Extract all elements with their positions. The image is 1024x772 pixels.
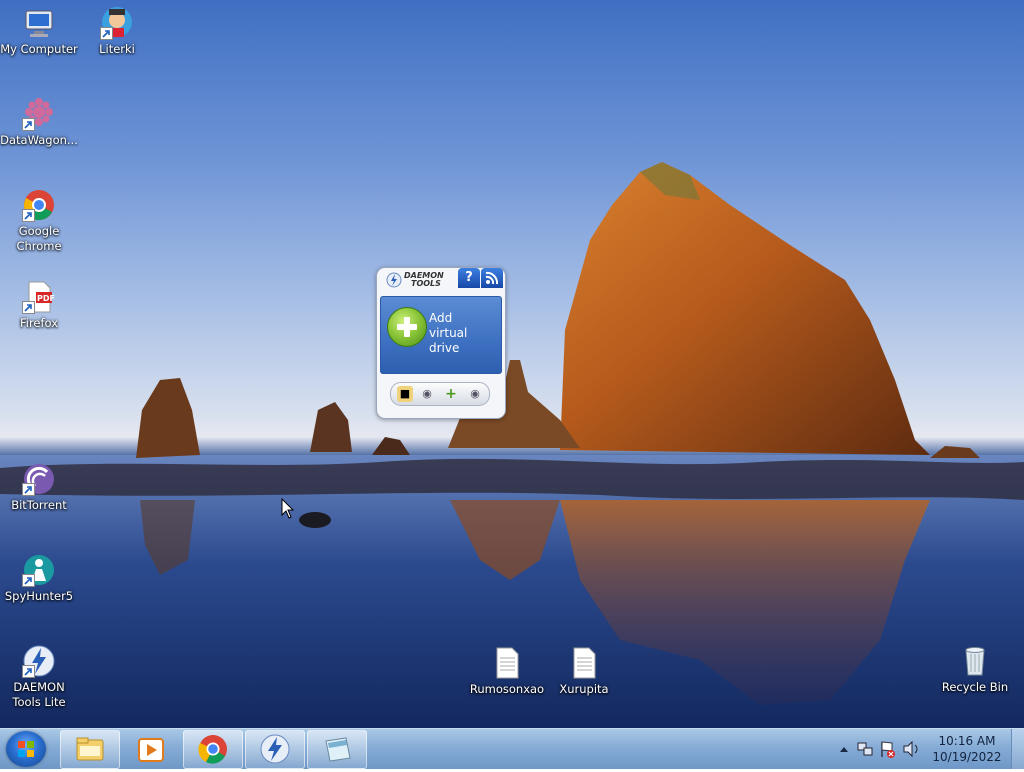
pdf-file-icon: PDF xyxy=(22,280,56,314)
datawagon-icon xyxy=(22,97,56,131)
desktop-icon-literki[interactable]: Literki xyxy=(78,6,156,57)
desktop-icon-daemon-tools-lite[interactable]: DAEMON Tools Lite xyxy=(0,644,78,710)
gadget-logo: DAEMON TOOLS xyxy=(384,271,462,289)
clock-date: 10/19/2022 xyxy=(932,750,1002,764)
media-player-icon xyxy=(138,738,164,762)
desktop-icon-spyhunter[interactable]: SpyHunter5 xyxy=(0,553,78,604)
daemon-tools-icon xyxy=(22,644,56,678)
chrome-icon xyxy=(22,188,56,222)
text-file-icon xyxy=(490,646,524,680)
icon-label: Firefox xyxy=(19,316,59,330)
clock[interactable]: 10:16 AM 10/19/2022 xyxy=(928,733,1006,765)
taskbar-notepad[interactable] xyxy=(307,730,367,769)
desktop-icon-datawagon[interactable]: DataWagon... xyxy=(0,97,78,148)
taskbar-daemon-tools[interactable] xyxy=(245,730,305,769)
add-line1: Add xyxy=(429,311,453,325)
daemon-logo-icon xyxy=(386,272,402,288)
icon-label: Rumosonxao xyxy=(469,682,545,696)
shortcut-arrow-icon xyxy=(22,483,35,496)
add-drive-plus-icon[interactable] xyxy=(387,307,427,347)
gadget-toolbar: ■ ◉ + ◉ xyxy=(390,382,490,406)
shortcut-arrow-icon xyxy=(100,27,113,40)
shortcut-arrow-icon xyxy=(22,118,35,131)
desktop-icon-recycle-bin[interactable]: Recycle Bin xyxy=(936,644,1014,695)
show-desktop-button[interactable] xyxy=(1011,729,1024,769)
windows-logo-icon xyxy=(18,741,34,757)
drive-settings-icon[interactable]: ◉ xyxy=(467,386,483,402)
icon-label: DataWagon... xyxy=(0,133,78,147)
computer-icon xyxy=(22,6,56,40)
icon-label: Google Chrome xyxy=(16,224,62,253)
mount-icon[interactable]: ■ xyxy=(397,386,413,402)
volume-icon[interactable] xyxy=(903,740,918,758)
daemon-tools-gadget[interactable]: DAEMON TOOLS ? Add virtual drive ■ ◉ + ◉ xyxy=(376,267,506,419)
tray-icons xyxy=(840,740,918,758)
taskbar: 10:16 AM 10/19/2022 xyxy=(0,728,1024,769)
shortcut-arrow-icon xyxy=(22,574,35,587)
disc-image-icon[interactable]: ◉ xyxy=(419,386,435,402)
icon-label: BitTorrent xyxy=(11,498,67,512)
taskbar-chrome[interactable] xyxy=(183,730,243,769)
icon-label: Xurupita xyxy=(559,682,609,696)
help-button[interactable]: ? xyxy=(458,268,480,288)
desktop-icon-xurupita[interactable]: Xurupita xyxy=(545,646,623,697)
text-file-icon xyxy=(567,646,601,680)
action-center-flag-icon[interactable] xyxy=(881,741,895,758)
show-hidden-icons-icon[interactable] xyxy=(840,747,848,752)
icon-label: SpyHunter5 xyxy=(4,589,74,603)
shortcut-arrow-icon xyxy=(22,301,35,314)
icon-label: Recycle Bin xyxy=(941,680,1009,694)
add-line2: virtual drive xyxy=(429,326,468,355)
add-icon[interactable]: + xyxy=(443,386,459,402)
wallpaper xyxy=(0,162,1024,728)
start-button[interactable] xyxy=(6,731,46,767)
icon-label: Literki xyxy=(99,42,135,56)
rss-icon xyxy=(485,271,499,285)
network-icon[interactable] xyxy=(857,742,873,756)
shortcut-arrow-icon xyxy=(22,665,35,678)
desktop-icon-rumosonxao[interactable]: Rumosonxao xyxy=(468,646,546,697)
daemon-tools-icon xyxy=(260,734,290,764)
desktop-icon-firefox[interactable]: PDF Firefox xyxy=(0,280,78,331)
logo-line2: TOOLS xyxy=(411,279,441,288)
chrome-icon xyxy=(198,735,227,764)
notepad-icon xyxy=(325,737,351,762)
shortcut-arrow-icon xyxy=(22,209,35,222)
spyhunter-icon xyxy=(22,553,56,587)
literki-icon xyxy=(100,6,134,40)
bittorrent-icon xyxy=(22,462,56,496)
svg-text:PDF: PDF xyxy=(37,294,55,303)
taskbar-file-explorer[interactable] xyxy=(60,730,120,769)
clock-time: 10:16 AM xyxy=(938,734,996,748)
system-tray: 10:16 AM 10/19/2022 xyxy=(834,729,1024,769)
rss-button[interactable] xyxy=(481,268,503,288)
desktop: My Computer Literki DataWagon... Google … xyxy=(0,0,1024,728)
add-virtual-drive-label: Add virtual drive xyxy=(429,311,499,356)
taskbar-media-player[interactable] xyxy=(121,730,181,769)
icon-label: DAEMON Tools Lite xyxy=(12,680,66,709)
desktop-icon-my-computer[interactable]: My Computer xyxy=(0,6,78,57)
add-virtual-drive-panel[interactable]: Add virtual drive xyxy=(380,296,502,374)
mouse-cursor-icon xyxy=(281,498,295,519)
desktop-icon-google-chrome[interactable]: Google Chrome xyxy=(0,188,78,254)
desktop-icon-bittorrent[interactable]: BitTorrent xyxy=(0,462,78,513)
recycle-bin-icon xyxy=(958,644,992,678)
gadget-logo-text: DAEMON TOOLS xyxy=(404,272,444,288)
icon-label: My Computer xyxy=(0,42,78,56)
file-explorer-icon xyxy=(76,737,104,761)
